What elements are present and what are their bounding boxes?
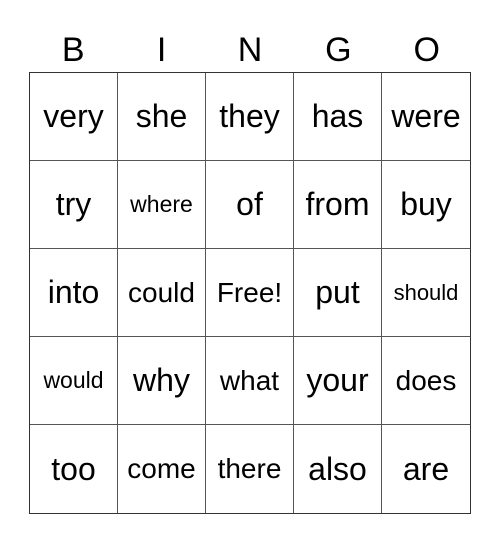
bingo-cell[interactable]: also [294,425,382,513]
bingo-cell[interactable]: of [206,161,294,249]
bingo-board: very she they has were try where of from… [29,72,471,514]
bingo-cell[interactable]: are [382,425,470,513]
bingo-cell[interactable]: has [294,73,382,161]
bingo-cell[interactable]: does [382,337,470,425]
bingo-cell[interactable]: were [382,73,470,161]
bingo-cell[interactable]: too [30,425,118,513]
bingo-cell[interactable]: what [206,337,294,425]
bingo-cell[interactable]: come [118,425,206,513]
header-letter-n: N [237,31,263,69]
bingo-cell[interactable]: why [118,337,206,425]
bingo-cell[interactable]: where [118,161,206,249]
bingo-cell[interactable]: put [294,249,382,337]
bingo-cell[interactable]: very [30,73,118,161]
header-letter-g: G [325,31,352,69]
bingo-cell[interactable]: should [382,249,470,337]
bingo-cell[interactable]: would [30,337,118,425]
bingo-header: B I N G O [29,28,471,72]
bingo-cell[interactable]: could [118,249,206,337]
bingo-cell[interactable]: there [206,425,294,513]
header-letter-i: I [156,31,167,69]
bingo-cell[interactable]: try [30,161,118,249]
bingo-cell[interactable]: into [30,249,118,337]
header-letter-o: O [413,31,440,69]
bingo-cell[interactable]: your [294,337,382,425]
bingo-cell[interactable]: they [206,73,294,161]
bingo-cell[interactable]: buy [382,161,470,249]
bingo-cell[interactable]: she [118,73,206,161]
header-letter-b: B [61,31,85,69]
bingo-cell[interactable]: from [294,161,382,249]
free-space-cell[interactable]: Free! [206,249,294,337]
